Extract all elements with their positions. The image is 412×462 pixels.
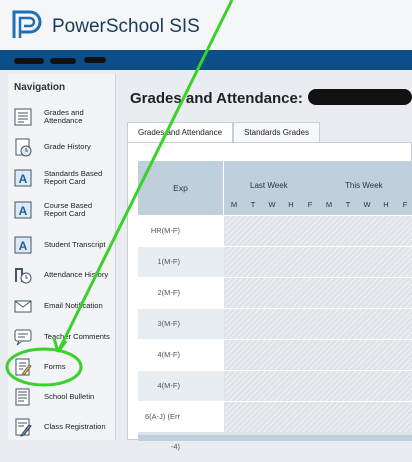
forms-highlight-circle xyxy=(5,347,83,387)
annotation-overlay xyxy=(5,0,234,387)
annotation-arrow xyxy=(56,0,234,353)
